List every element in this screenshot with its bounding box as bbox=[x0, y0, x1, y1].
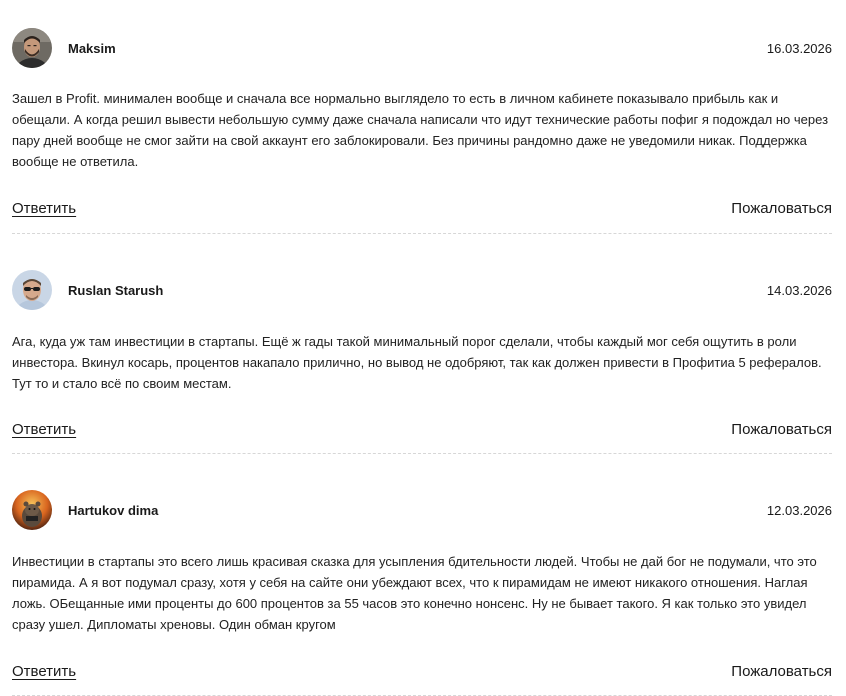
comment-item: Ruslan Starush 14.03.2026 Ага, куда уж т… bbox=[12, 234, 832, 454]
author-name: Hartukov dima bbox=[68, 502, 159, 518]
comment-header: Ruslan Starush 14.03.2026 bbox=[12, 270, 832, 310]
reply-link[interactable]: Ответить bbox=[12, 663, 76, 680]
avatar bbox=[12, 28, 52, 68]
comment-text: Ага, куда уж там инвестиции в стартапы. … bbox=[12, 334, 822, 391]
author-name: Maksim bbox=[68, 40, 116, 56]
comment-date: 12.03.2026 bbox=[766, 502, 832, 518]
comment-item: Maksim 16.03.2026 Зашел в Profit. минима… bbox=[12, 0, 832, 234]
author-name: Ruslan Starush bbox=[68, 282, 164, 298]
comment-actions: Ответить Пожаловаться bbox=[12, 660, 832, 695]
comment-item: Hartukov dima 12.03.2026 Инвестиции в ст… bbox=[12, 454, 832, 696]
complain-link[interactable]: Пожаловаться bbox=[731, 200, 832, 217]
comment-header: Maksim 16.03.2026 bbox=[12, 28, 832, 68]
avatar bbox=[12, 490, 52, 530]
comment-actions: Ответить Пожаловаться bbox=[12, 418, 832, 453]
comment-text: Зашел в Profit. минимален вообще и снача… bbox=[12, 91, 829, 169]
comment-header: Hartukov dima 12.03.2026 bbox=[12, 490, 832, 530]
reply-link[interactable]: Ответить bbox=[12, 421, 76, 438]
reply-link[interactable]: Ответить bbox=[12, 200, 76, 217]
comment-date: 16.03.2026 bbox=[766, 40, 832, 56]
comment-actions: Ответить Пожаловаться bbox=[12, 197, 832, 233]
complain-link[interactable]: Пожаловаться bbox=[731, 663, 832, 680]
complain-link[interactable]: Пожаловаться bbox=[731, 421, 832, 438]
comment-text: Инвестиции в стартапы это всего лишь кра… bbox=[12, 554, 817, 632]
avatar bbox=[12, 270, 52, 310]
comments-list: Maksim 16.03.2026 Зашел в Profit. минима… bbox=[12, 0, 832, 696]
comment-date: 14.03.2026 bbox=[766, 282, 832, 298]
